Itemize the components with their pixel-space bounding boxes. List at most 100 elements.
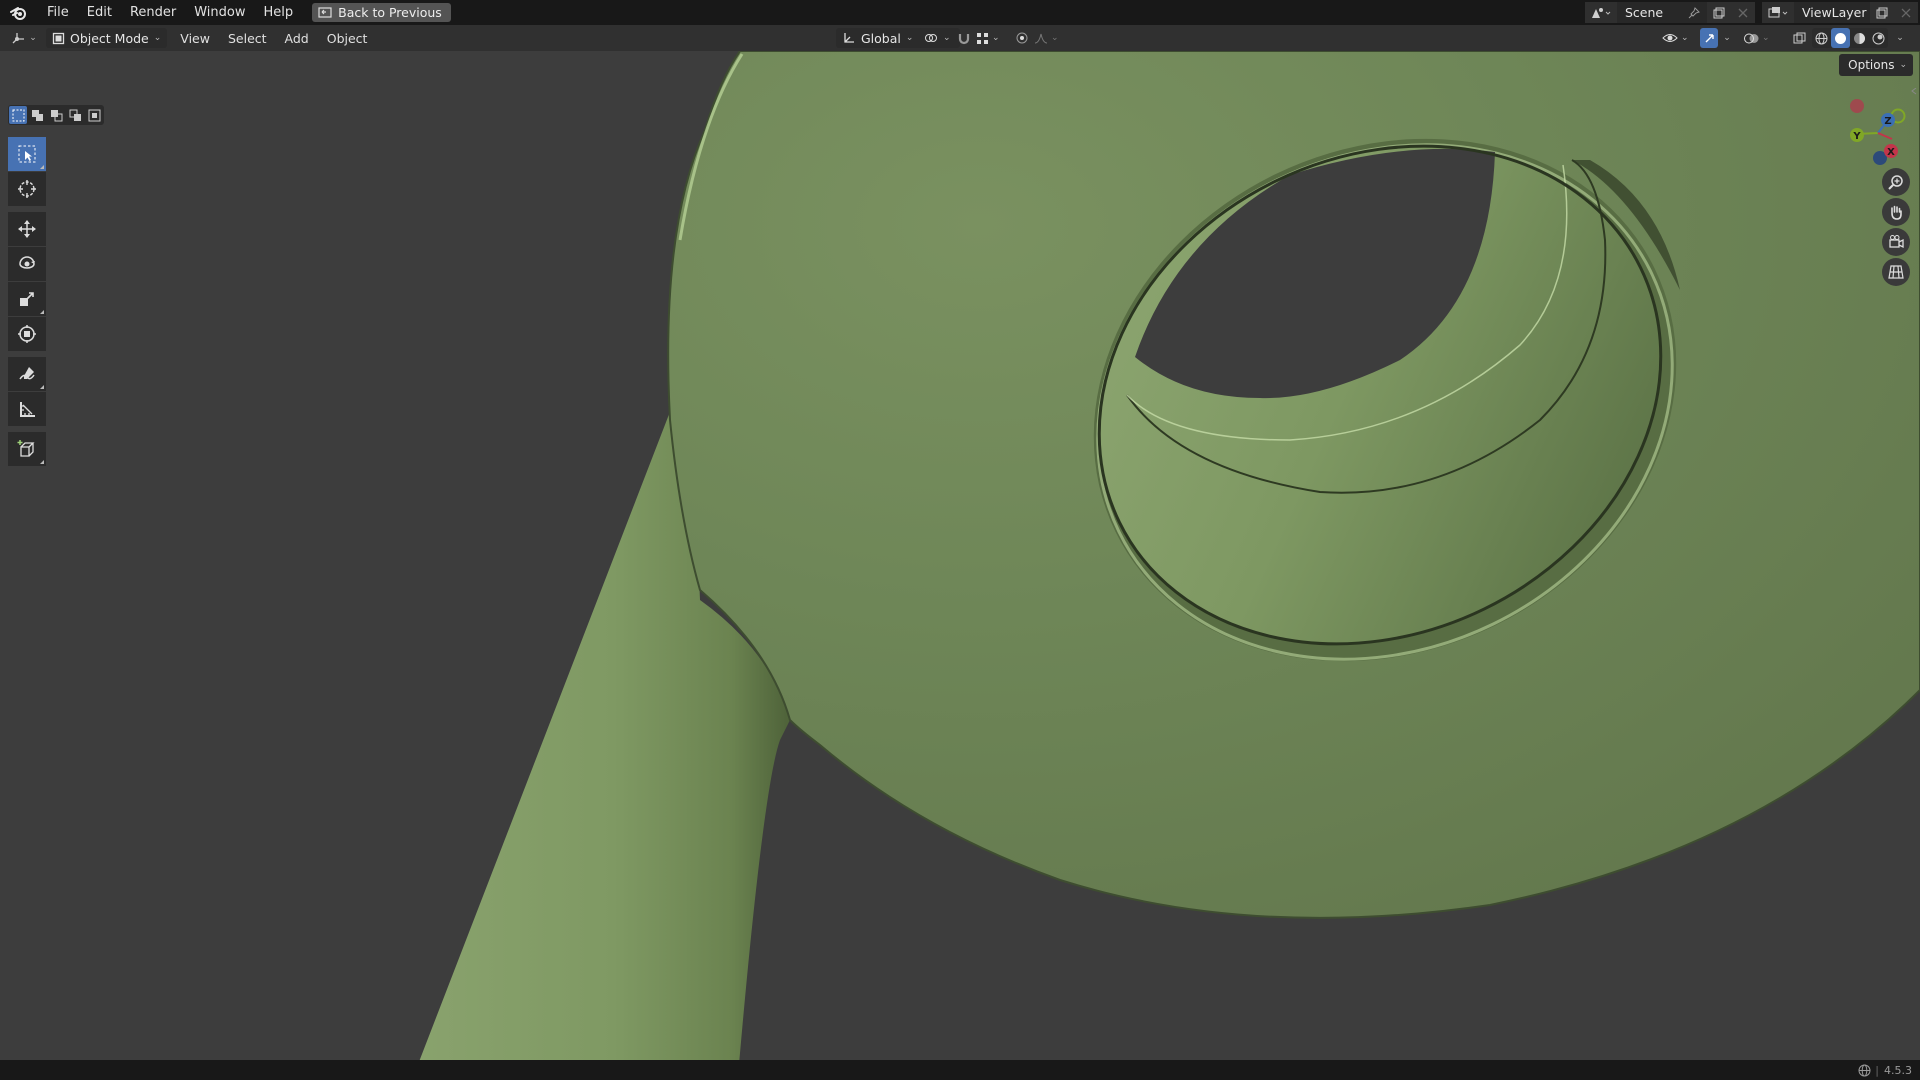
- camera-view-button[interactable]: [1882, 228, 1910, 256]
- menu-edit[interactable]: Edit: [78, 0, 121, 25]
- solid-sphere-icon: [1835, 32, 1846, 44]
- version-label: 4.5.3: [1884, 1063, 1912, 1077]
- menu-window[interactable]: Window: [185, 0, 254, 25]
- new-view-layer-button[interactable]: [1870, 2, 1894, 23]
- menu-help[interactable]: Help: [255, 0, 303, 25]
- chevron-down-icon: ⌄: [1762, 33, 1770, 43]
- delete-scene-button[interactable]: [1731, 2, 1755, 23]
- scale-tool[interactable]: [8, 282, 46, 316]
- transform-orientation-dropdown[interactable]: Global ⌄: [836, 28, 924, 48]
- menu-file[interactable]: File: [38, 0, 78, 25]
- scene-selector[interactable]: Scene: [1585, 2, 1755, 23]
- magnet-icon: [958, 34, 970, 45]
- shading-options-dropdown[interactable]: ⌄: [1892, 28, 1908, 48]
- cursor-icon: [18, 180, 36, 198]
- duplicate-icon: [1713, 7, 1725, 18]
- transform-orientation-label: Global: [861, 30, 901, 46]
- select-extend-button[interactable]: [28, 106, 46, 124]
- perspective-toggle-button[interactable]: [1882, 258, 1910, 286]
- select-set-icon: [12, 109, 24, 121]
- move-icon: [18, 220, 36, 238]
- cursor-tool[interactable]: [8, 172, 46, 206]
- add-cube-icon: [17, 440, 35, 457]
- mode-dropdown[interactable]: Object Mode ⌄: [46, 28, 168, 48]
- new-scene-button[interactable]: [1707, 2, 1731, 23]
- select-subtract-icon: [50, 109, 62, 121]
- orientation-global-icon: [844, 33, 854, 43]
- menu-select[interactable]: Select: [219, 28, 276, 48]
- object-mode-icon: [52, 32, 65, 44]
- editor-type-dropdown[interactable]: ⌄: [8, 28, 40, 48]
- annotate-tool[interactable]: [8, 357, 46, 391]
- selectability-eye-icon: [1662, 34, 1678, 42]
- zoom-icon: [1888, 175, 1903, 190]
- options-dropdown[interactable]: Options ⌄: [1839, 54, 1913, 76]
- menu-view[interactable]: View: [171, 28, 219, 48]
- show-gizmo-toggle[interactable]: [1700, 28, 1718, 48]
- chevron-down-icon: ⌄: [992, 33, 1000, 43]
- tool-shelf: [8, 137, 48, 467]
- measure-tool[interactable]: [8, 392, 46, 426]
- move-tool[interactable]: [8, 212, 46, 246]
- chevron-down-icon: ⌄: [29, 33, 37, 43]
- snap-increment-icon: [977, 32, 988, 44]
- selection-mode-group: [8, 105, 104, 125]
- chevron-down-icon: ⌄: [943, 33, 951, 43]
- duplicate-icon: [1876, 7, 1888, 18]
- tool-variants-indicator: [40, 310, 44, 314]
- material-shading-button[interactable]: [1850, 28, 1869, 48]
- delete-view-layer-button[interactable]: [1894, 2, 1918, 23]
- view-layer-dropdown[interactable]: [1762, 2, 1794, 23]
- select-subtract-button[interactable]: [47, 106, 65, 124]
- add-cube-tool[interactable]: [8, 432, 46, 466]
- ruler-icon: [20, 402, 35, 417]
- scene-icon: [1592, 7, 1611, 18]
- view-layer-selector[interactable]: ViewLayer: [1762, 2, 1918, 23]
- zoom-button[interactable]: [1882, 168, 1910, 196]
- status-bar: | 4.5.3: [0, 1060, 1920, 1080]
- scene-name[interactable]: Scene: [1625, 5, 1687, 20]
- proportional-falloff-dropdown[interactable]: ⌄: [1034, 28, 1064, 48]
- proportional-edit-icon: [1016, 32, 1028, 44]
- hand-icon: [1891, 205, 1902, 220]
- select-box-tool[interactable]: [8, 137, 46, 171]
- pin-icon[interactable]: [1687, 6, 1701, 20]
- gizmo-icon: [1705, 33, 1714, 42]
- chevron-down-icon: ⌄: [1051, 33, 1059, 43]
- overlays-dropdown[interactable]: ⌄: [1744, 28, 1772, 48]
- pan-button[interactable]: [1882, 198, 1910, 226]
- close-icon: [1901, 8, 1911, 17]
- rendered-shading-button[interactable]: [1869, 28, 1888, 48]
- chevron-down-icon: ⌄: [1899, 60, 1907, 70]
- rotate-icon: [19, 256, 35, 269]
- menu-render[interactable]: Render: [121, 0, 185, 25]
- select-box-icon: [18, 145, 36, 163]
- gizmo-neg-x-ball[interactable]: [1850, 99, 1864, 113]
- chevron-down-icon: ⌄: [905, 33, 914, 43]
- back-to-previous-button[interactable]: Back to Previous: [312, 3, 451, 22]
- gizmo-dropdown[interactable]: ⌄: [1720, 28, 1734, 48]
- menu-object[interactable]: Object: [318, 28, 377, 48]
- snap-toggle[interactable]: [954, 28, 974, 48]
- select-new-button[interactable]: [9, 106, 27, 124]
- transform-tool[interactable]: [8, 317, 46, 351]
- back-to-previous-label: Back to Previous: [338, 5, 442, 20]
- visibility-dropdown[interactable]: ⌄: [1662, 28, 1692, 48]
- close-icon: [1738, 8, 1748, 17]
- solid-shading-button[interactable]: [1831, 28, 1850, 48]
- snap-target-dropdown[interactable]: ⌄: [976, 28, 1006, 48]
- navigation-gizmo[interactable]: Z Y X: [1820, 88, 1920, 168]
- top-menu-bar: File Edit Render Window Help Back to Pre…: [0, 0, 1920, 25]
- tool-variants-indicator: [40, 460, 44, 464]
- 3d-viewport[interactable]: Options ⌄ Z Y X: [0, 51, 1920, 1060]
- rotate-tool[interactable]: [8, 247, 46, 281]
- xray-toggle[interactable]: [1790, 28, 1808, 48]
- menu-add[interactable]: Add: [276, 28, 318, 48]
- select-difference-button[interactable]: [66, 106, 84, 124]
- blender-logo-icon[interactable]: [0, 0, 38, 25]
- view-layer-name[interactable]: ViewLayer: [1802, 5, 1870, 20]
- scene-type-dropdown[interactable]: [1585, 2, 1617, 23]
- proportional-editing-toggle[interactable]: [1012, 28, 1032, 48]
- select-intersect-button[interactable]: [85, 106, 103, 124]
- wireframe-shading-button[interactable]: [1812, 28, 1831, 48]
